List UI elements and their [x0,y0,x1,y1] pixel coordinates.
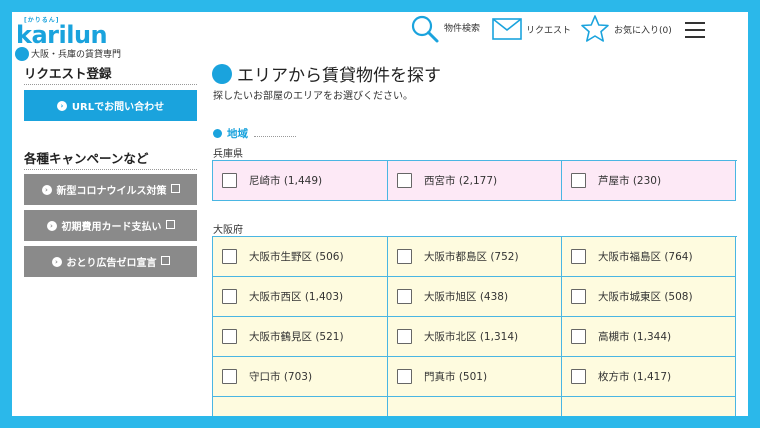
checkbox[interactable] [222,249,237,264]
checkbox[interactable] [571,289,586,304]
city-option[interactable]: 芦屋市 (230) [562,161,736,201]
checkbox[interactable] [397,329,412,344]
page-subtitle: 探したいお部屋のエリアをお選びください。 [213,91,413,102]
external-link-icon [160,256,170,265]
request-link[interactable]: リクエスト [492,18,571,40]
dot-icon [213,129,222,138]
chevron-right-icon: › [56,100,67,111]
page-title: エリアから賃貸物件を探す [213,61,441,86]
city-option[interactable]: 高槻市 (1,344) [562,317,736,357]
no-decoy-ad-label: おとり広告ゼロ宣言 [66,258,157,269]
checkbox[interactable] [571,329,586,344]
search-icon [411,15,439,43]
city-option[interactable]: 守口市 (703) [213,357,388,397]
dotted-divider [254,130,296,137]
city-option[interactable]: 枚方市 (1,417) [562,357,736,397]
city-option[interactable]: 大阪市旭区 (438) [388,277,562,317]
covid-measures-button[interactable]: › 新型コロナウイルス対策 [24,174,197,205]
city-row: 尼崎市 (1,449) 西宮市 (2,177) 芦屋市 (230) [213,161,737,201]
city-label: 西宮市 (2,177) [424,175,498,187]
campaign-section-title: 各種キャンペーンなど [24,148,197,170]
city-option[interactable]: 尼崎市 (1,449) [213,161,388,201]
prefecture-label-osaka: 大阪府 [213,225,243,236]
checkbox[interactable] [397,369,412,384]
page: [かりるん] karilun 大阪・兵庫の賃貸専門 物件検索 リクエスト お気に… [12,12,748,416]
city-label: 大阪市西区 (1,403) [249,291,344,303]
city-row: 大阪市西区 (1,403) 大阪市旭区 (438) 大阪市城東区 (508) [213,277,737,317]
chevron-right-icon: › [46,220,57,231]
favorites-link[interactable]: お気に入り(0) [580,14,672,44]
checkbox[interactable] [222,329,237,344]
city-option[interactable]: 門真市 (501) [388,357,562,397]
checkbox[interactable] [571,369,586,384]
city-option-partial [562,397,736,416]
city-option[interactable]: 大阪市福島区 (764) [562,237,736,277]
area-heading-text: 地域 [227,128,248,140]
search-label: 物件検索 [444,23,481,34]
osaka-city-grid: 大阪市生野区 (506) 大阪市都島区 (752) 大阪市福島区 (764) 大… [212,236,737,416]
city-label: 大阪市城東区 (508) [598,291,693,303]
area-heading: 地域 [213,126,296,141]
city-label: 大阪市生野区 (506) [249,251,344,263]
city-option-partial [213,397,388,416]
city-option-partial [388,397,562,416]
star-icon [581,15,609,42]
favorites-label: お気に入り(0) [614,25,672,36]
city-label: 守口市 (703) [249,371,313,383]
city-label: 芦屋市 (230) [598,175,662,187]
city-label: 大阪市北区 (1,314) [424,331,519,343]
hyogo-city-grid: 尼崎市 (1,449) 西宮市 (2,177) 芦屋市 (230) [212,160,737,201]
city-option[interactable]: 西宮市 (2,177) [388,161,562,201]
city-option[interactable]: 大阪市生野区 (506) [213,237,388,277]
chevron-right-icon: › [41,184,52,195]
chevron-right-icon: › [51,256,62,267]
card-payment-button[interactable]: › 初期費用カード支払い [24,210,197,241]
city-option[interactable]: 大阪市鶴見区 (521) [213,317,388,357]
city-label: 大阪市都島区 (752) [424,251,519,263]
url-inquiry-button[interactable]: › URLでお問い合わせ [24,90,197,121]
city-label: 大阪市旭区 (438) [424,291,509,303]
checkbox[interactable] [397,173,412,188]
tagline-text: 大阪・兵庫の賃貸専門 [31,50,122,60]
checkbox[interactable] [397,249,412,264]
burst-icon [213,64,231,83]
request-section-title: リクエスト登録 [24,63,197,85]
city-option[interactable]: 大阪市北区 (1,314) [388,317,562,357]
checkbox[interactable] [571,249,586,264]
external-link-icon [170,184,180,193]
city-label: 枚方市 (1,417) [598,371,672,383]
property-search-link[interactable]: 物件検索 [410,14,480,44]
card-payment-label: 初期費用カード支払い [61,222,162,233]
checkbox[interactable] [222,369,237,384]
external-link-icon [165,220,175,229]
city-label: 尼崎市 (1,449) [249,175,323,187]
prefecture-label-hyogo: 兵庫県 [213,149,243,160]
url-inquiry-label: URLでお問い合わせ [71,102,165,113]
city-row [213,397,737,416]
site-tagline: 大阪・兵庫の賃貸専門 [16,47,121,60]
city-label: 門真市 (501) [424,371,488,383]
city-row: 大阪市生野区 (506) 大阪市都島区 (752) 大阪市福島区 (764) [213,237,737,277]
city-label: 高槻市 (1,344) [598,331,672,343]
burst-icon [16,47,28,60]
request-label: リクエスト [526,25,572,36]
city-label: 大阪市福島区 (764) [598,251,693,263]
checkbox[interactable] [222,173,237,188]
city-row: 大阪市鶴見区 (521) 大阪市北区 (1,314) 高槻市 (1,344) [213,317,737,357]
page-title-text: エリアから賃貸物件を探す [237,66,441,86]
covid-measures-label: 新型コロナウイルス対策 [56,186,167,197]
city-option[interactable]: 大阪市西区 (1,403) [213,277,388,317]
mail-icon [492,18,522,40]
logo-text: karilun [16,21,108,49]
city-label: 大阪市鶴見区 (521) [249,331,344,343]
city-row: 守口市 (703) 門真市 (501) 枚方市 (1,417) [213,357,737,397]
city-option[interactable]: 大阪市都島区 (752) [388,237,562,277]
checkbox[interactable] [571,173,586,188]
hamburger-menu-icon[interactable] [685,22,705,43]
checkbox[interactable] [397,289,412,304]
checkbox[interactable] [222,289,237,304]
city-option[interactable]: 大阪市城東区 (508) [562,277,736,317]
no-decoy-ad-button[interactable]: › おとり広告ゼロ宣言 [24,246,197,277]
site-logo[interactable]: [かりるん] karilun [16,15,108,49]
